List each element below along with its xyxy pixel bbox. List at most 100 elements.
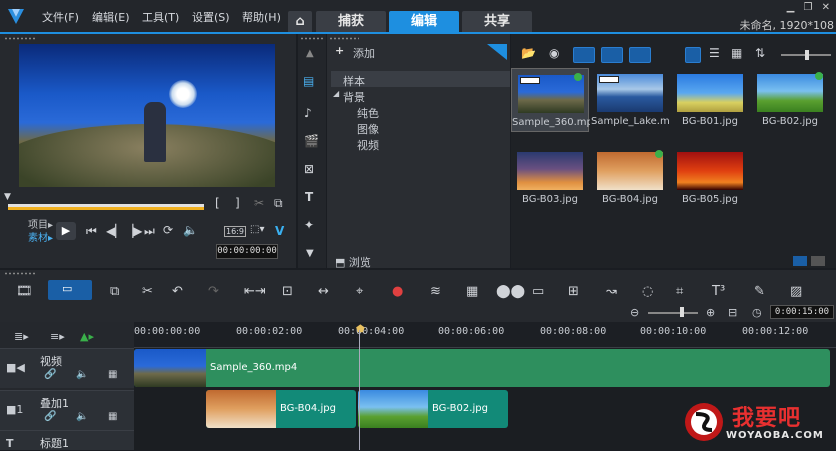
zoom-slider[interactable] bbox=[648, 312, 698, 314]
playhead-line[interactable] bbox=[359, 330, 360, 450]
library-thumb[interactable]: Sample_Lake.mp4 bbox=[591, 68, 669, 132]
library-thumb[interactable]: BG-B05.jpg bbox=[671, 146, 749, 210]
menu-settings[interactable]: 设置(S) bbox=[192, 9, 230, 25]
tree-item-image[interactable]: 图像 bbox=[357, 121, 379, 137]
painting-icon[interactable]: ▨ bbox=[790, 284, 802, 299]
scroll-up-icon[interactable]: ▲ bbox=[306, 48, 314, 59]
library-thumb[interactable]: BG-B01.jpg bbox=[671, 68, 749, 132]
mode-clip[interactable]: 素材▸ bbox=[28, 232, 53, 245]
panel-mode-button[interactable] bbox=[793, 256, 807, 266]
expand-icon[interactable]: ↔ bbox=[318, 284, 329, 299]
transition-icon[interactable]: ⊠ bbox=[304, 162, 314, 176]
library-thumb[interactable]: BG-B02.jpg bbox=[751, 68, 829, 132]
tools-icon[interactable]: ✂ bbox=[142, 284, 153, 299]
menu-tools[interactable]: 工具(T) bbox=[142, 9, 179, 25]
overlay-clip-1[interactable]: BG-B04.jpg bbox=[206, 390, 356, 428]
show-audio-button[interactable] bbox=[629, 47, 651, 63]
audio-mixer-icon[interactable]: ≋ bbox=[430, 284, 441, 299]
timecode-display[interactable]: 00:00:00:00 bbox=[216, 244, 278, 259]
instant-project-icon[interactable]: 🎬 bbox=[304, 134, 319, 148]
panel-grip[interactable] bbox=[329, 37, 359, 40]
mode-project[interactable]: 项目▸ bbox=[28, 219, 53, 232]
move-icon[interactable]: ⌖ bbox=[356, 284, 363, 299]
copy-attr-icon[interactable]: ⧉ bbox=[110, 284, 119, 299]
fit-icon[interactable]: ⊟ bbox=[728, 306, 737, 319]
browse-button[interactable]: ⬒ 浏览 bbox=[335, 254, 371, 270]
panel-grip[interactable] bbox=[4, 37, 36, 40]
mark-in-icon[interactable]: [ bbox=[215, 196, 220, 210]
add-folder-row[interactable]: + 添加 bbox=[327, 44, 510, 60]
zoom-in-icon[interactable]: ⊕ bbox=[706, 306, 715, 319]
thumb-view-button[interactable] bbox=[685, 47, 701, 63]
playhead-marker-icon[interactable]: ▼ bbox=[4, 192, 11, 202]
timeline-view-button[interactable]: ▭ bbox=[48, 280, 92, 300]
prev-frame-icon[interactable]: ◀▏ bbox=[106, 224, 124, 238]
menu-file[interactable]: 文件(F) bbox=[42, 9, 79, 25]
motion-icon[interactable]: ↝ bbox=[606, 284, 617, 299]
tree-expand-icon[interactable]: ◢ bbox=[333, 89, 339, 98]
minimize-button[interactable]: ▁ bbox=[787, 2, 795, 13]
title-icon[interactable]: T bbox=[305, 190, 313, 204]
multicam-icon[interactable]: ▦ bbox=[466, 284, 478, 299]
tree-item-sample[interactable]: 样本 bbox=[343, 73, 365, 89]
zoom-handle[interactable] bbox=[680, 307, 684, 317]
tab-edit[interactable]: 编辑 bbox=[389, 11, 459, 33]
mute-icon[interactable]: 🔈 bbox=[76, 411, 88, 422]
3d-title-icon[interactable]: T³ bbox=[712, 284, 725, 299]
panel-grip[interactable] bbox=[300, 37, 324, 40]
tree-item-background[interactable]: 背景 bbox=[343, 89, 365, 105]
import-folder-icon[interactable]: 📂 bbox=[521, 46, 536, 60]
record-voice-icon[interactable]: ● bbox=[392, 284, 403, 299]
redo-icon[interactable]: ↷ bbox=[208, 284, 219, 299]
show-video-button[interactable] bbox=[573, 47, 595, 63]
playhead-handle-icon[interactable]: ⬟ bbox=[356, 324, 365, 335]
menu-help[interactable]: 帮助(H) bbox=[242, 9, 281, 25]
aspect-ratio-button[interactable]: 16:9 bbox=[224, 226, 246, 237]
link-icon[interactable]: 🔗 bbox=[44, 369, 56, 380]
track-manager-icon[interactable]: ≣▸ bbox=[14, 330, 29, 343]
preview-window[interactable] bbox=[19, 44, 275, 187]
overlay-clip-2[interactable]: BG-B02.jpg bbox=[358, 390, 508, 428]
storyboard-view-icon[interactable]: 🎞 bbox=[16, 284, 33, 299]
library-thumb[interactable]: BG-B03.jpg bbox=[511, 146, 589, 210]
home-tab[interactable]: ⌂ bbox=[288, 11, 312, 33]
end-icon[interactable]: ⏭ bbox=[144, 224, 155, 239]
thumb-size-handle[interactable] bbox=[805, 50, 809, 60]
next-frame-icon[interactable]: ▕▶ bbox=[124, 224, 142, 238]
split-screen-icon[interactable]: ⊞ bbox=[568, 284, 579, 299]
zoom-out-icon[interactable]: ⊖ bbox=[630, 306, 639, 319]
media-icon[interactable]: ▤ bbox=[303, 74, 314, 88]
chapter-icon[interactable]: ≡▸ bbox=[50, 330, 65, 343]
volume-icon[interactable]: 🔈 bbox=[183, 223, 198, 237]
trim-range-bar[interactable] bbox=[8, 207, 204, 210]
enlarge-icon[interactable]: ⧉ bbox=[274, 196, 283, 211]
tree-item-solid[interactable]: 纯色 bbox=[357, 105, 379, 121]
repeat-icon[interactable]: ⟳ bbox=[163, 223, 173, 237]
restore-button[interactable]: ❐ bbox=[803, 2, 812, 13]
mute-icon[interactable]: 🔈 bbox=[76, 369, 88, 380]
panel-mode-button-2[interactable] bbox=[811, 256, 825, 266]
grid-icon[interactable]: ▦ bbox=[108, 369, 117, 380]
subtitle-icon[interactable]: ▭ bbox=[532, 284, 544, 299]
split-clip-icon[interactable]: ✂ bbox=[254, 196, 264, 210]
mask-icon[interactable]: ⬤⬤ bbox=[496, 284, 525, 299]
close-button[interactable]: ✕ bbox=[822, 2, 830, 13]
panel-grip[interactable] bbox=[4, 272, 36, 275]
fit-project-icon[interactable]: ⇤⇥ bbox=[244, 284, 266, 299]
audio-icon[interactable]: ♪ bbox=[304, 106, 312, 120]
record-icon[interactable]: ◉ bbox=[549, 46, 559, 60]
sort-icon[interactable]: ⇅ bbox=[755, 46, 765, 60]
edit-icon[interactable]: ✎ bbox=[754, 284, 765, 299]
library-thumb[interactable]: Sample_360.mp4 bbox=[511, 68, 590, 132]
menu-edit[interactable]: 编辑(E) bbox=[92, 9, 130, 25]
grid-view-icon[interactable]: ▦ bbox=[731, 46, 742, 60]
library-thumb[interactable]: BG-B04.jpg bbox=[591, 146, 669, 210]
snapshot-icon[interactable]: ⊡ bbox=[282, 284, 293, 299]
vr-icon[interactable]: V bbox=[275, 224, 284, 238]
crop-icon[interactable]: ⬚▾ bbox=[250, 224, 264, 235]
tree-item-video[interactable]: 视频 bbox=[357, 137, 379, 153]
timeline-ruler[interactable]: 00:00:00:00 00:00:02:00 00:00:04:00 00:0… bbox=[134, 322, 836, 348]
scroll-down-icon[interactable]: ▼ bbox=[306, 248, 314, 259]
play-button[interactable]: ▶ bbox=[56, 222, 76, 240]
video-clip[interactable]: Sample_360.mp4 bbox=[134, 349, 830, 387]
